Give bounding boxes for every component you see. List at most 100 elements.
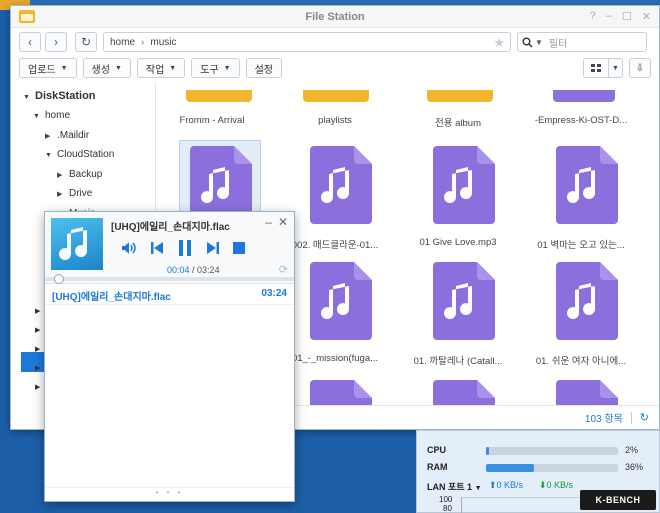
- collapsed-icon[interactable]: ▶: [35, 345, 40, 353]
- action-button[interactable]: 작업 ▼: [136, 58, 186, 78]
- playlist-track-name: [UHQ]에일리_손대지마.flac: [52, 292, 171, 303]
- volume-icon[interactable]: [121, 241, 137, 255]
- chevron-right-icon: ›: [54, 35, 58, 49]
- maximize-icon[interactable]: ☐: [622, 10, 632, 23]
- music-file-icon: [556, 146, 618, 224]
- minimize-icon[interactable]: –: [606, 10, 612, 23]
- previous-track-icon[interactable]: [150, 241, 164, 255]
- folder-tile[interactable]: 전용 album: [403, 82, 513, 132]
- ram-label: RAM: [427, 462, 448, 472]
- collapsed-icon[interactable]: ▶: [35, 307, 40, 315]
- repeat-icon[interactable]: ⟳: [279, 263, 288, 276]
- cpu-bar: [486, 447, 618, 455]
- lan-upload: ⬆0 KB/s: [489, 480, 523, 491]
- path-segment-music[interactable]: music: [150, 37, 176, 48]
- music-file-tile[interactable]: 01 벽마는 오고 있는...: [526, 140, 636, 251]
- item-count: 103 항목: [584, 414, 623, 425]
- collapsed-icon[interactable]: ▶: [35, 364, 40, 372]
- folder-tile[interactable]: playlists: [280, 82, 390, 132]
- minimize-icon[interactable]: –: [265, 215, 272, 229]
- playback-time: 00:04 / 03:24: [167, 265, 220, 275]
- tree-label: CloudStation: [57, 149, 115, 160]
- file-name: -Empress-Ki-OST-D...: [534, 115, 628, 126]
- create-button[interactable]: 생성 ▼: [82, 58, 131, 78]
- grid-view-icon: [590, 63, 601, 72]
- tools-label: 도구: [200, 64, 219, 76]
- toolbar: 업로드 ▼ 생성 ▼ 작업 ▼ 도구 ▼ 설정 ▼ ⇩: [19, 57, 651, 79]
- resize-handle[interactable]: • • •: [45, 487, 294, 501]
- stop-icon[interactable]: [233, 242, 245, 254]
- collapsed-icon[interactable]: ▶: [35, 326, 40, 334]
- back-button[interactable]: ‹: [19, 32, 41, 52]
- view-mode-button[interactable]: [583, 58, 609, 78]
- tree-item-maildir[interactable]: ▶ .Maildir: [45, 130, 89, 141]
- music-file-tile[interactable]: -Empress-Ki-OST-D...: [526, 82, 636, 132]
- music-file-icon: [310, 146, 372, 224]
- lan-port-select[interactable]: LAN 포트 1 ▼: [427, 480, 482, 493]
- music-file-tile[interactable]: [403, 378, 513, 405]
- close-icon[interactable]: ✕: [642, 10, 651, 23]
- music-file-tile[interactable]: [280, 378, 390, 405]
- music-file-tile[interactable]: 002. 매드클라운-01...: [280, 140, 390, 251]
- refresh-icon[interactable]: ↻: [640, 411, 649, 424]
- file-name: 01. 까탈레나 (Catall...: [413, 356, 503, 367]
- tree-item-home[interactable]: ▼ home: [33, 110, 70, 121]
- upload-button[interactable]: 업로드 ▼: [19, 58, 77, 78]
- file-name: playlists: [318, 115, 352, 126]
- search-caret-icon: ▼: [535, 37, 543, 47]
- ram-value: 36%: [625, 462, 644, 472]
- tree-item-cloudstation[interactable]: ▼ CloudStation: [45, 149, 114, 160]
- music-file-tile[interactable]: [526, 378, 636, 405]
- star-icon[interactable]: ★: [493, 35, 505, 51]
- close-icon[interactable]: ✕: [278, 215, 288, 229]
- tree-item-backup[interactable]: ▶ Backup: [57, 169, 102, 180]
- sort-button[interactable]: ⇩: [629, 58, 651, 78]
- music-file-icon: [433, 146, 495, 224]
- dropdown-icon: ▼: [474, 485, 482, 492]
- collapsed-icon: ▶: [45, 133, 51, 140]
- chevron-left-icon: ‹: [28, 35, 32, 49]
- path-bar[interactable]: home › music ★: [103, 32, 511, 52]
- help-icon[interactable]: ?: [590, 10, 596, 23]
- next-track-icon[interactable]: [206, 241, 220, 255]
- music-note-icon: [59, 227, 88, 261]
- pause-icon[interactable]: [177, 239, 193, 257]
- settings-label: 설정: [254, 64, 273, 76]
- ram-bar: [486, 464, 618, 472]
- refresh-button[interactable]: ↻: [75, 32, 97, 52]
- collapsed-icon[interactable]: ▶: [35, 383, 40, 391]
- player-header[interactable]: [UHQ]에일리_손대지마.flac – ✕ 00:04 / 03:24 ⟳: [45, 212, 294, 284]
- playback-controls: [121, 239, 245, 257]
- filter-input[interactable]: ▼ 필터: [517, 32, 647, 52]
- music-file-tile[interactable]: 01 Give Love.mp3: [403, 140, 513, 250]
- tree-label: home: [45, 110, 71, 121]
- title-bar[interactable]: File Station ? – ☐ ✕: [11, 6, 659, 28]
- folder-icon: [303, 90, 369, 102]
- path-segment-home[interactable]: home: [110, 37, 135, 48]
- file-name: 01. 쉬운 여자 아니에...: [535, 356, 627, 367]
- lan-download-value: 0 KB/s: [546, 480, 574, 490]
- playlist-track-duration: 03:24: [261, 288, 287, 299]
- graph-axis-mid: 80: [443, 504, 452, 513]
- divider: [45, 304, 294, 305]
- tools-button[interactable]: 도구 ▼: [191, 58, 240, 78]
- total-time: 03:24: [197, 265, 220, 275]
- tree-item-diskstation[interactable]: ▼ DiskStation: [23, 90, 96, 102]
- cpu-label: CPU: [427, 445, 447, 455]
- tree-label: Backup: [69, 169, 103, 180]
- music-file-tile[interactable]: 01. 쉬운 여자 아니에...: [526, 260, 636, 370]
- music-file-tile[interactable]: 01. 까탈레나 (Catall...: [403, 260, 513, 370]
- arrow-up-icon: ⬆: [489, 480, 497, 490]
- view-mode-dropdown[interactable]: ▼: [609, 58, 623, 78]
- music-file-icon: [310, 262, 372, 340]
- progress-handle[interactable]: [53, 274, 64, 284]
- settings-button[interactable]: 설정: [245, 58, 282, 78]
- playlist-item[interactable]: [UHQ]에일리_손대지마.flac 03:24: [52, 288, 287, 303]
- forward-button[interactable]: ›: [45, 32, 67, 52]
- tree-item-drive[interactable]: ▶ Drive: [57, 188, 92, 199]
- progress-track[interactable]: [45, 277, 294, 281]
- dropdown-icon: ▼: [169, 64, 177, 72]
- music-file-tile[interactable]: 01_-_mission(fuga...: [280, 260, 390, 370]
- folder-tile[interactable]: Fromm - Arrival: [157, 82, 267, 132]
- upload-label: 업로드: [28, 64, 56, 76]
